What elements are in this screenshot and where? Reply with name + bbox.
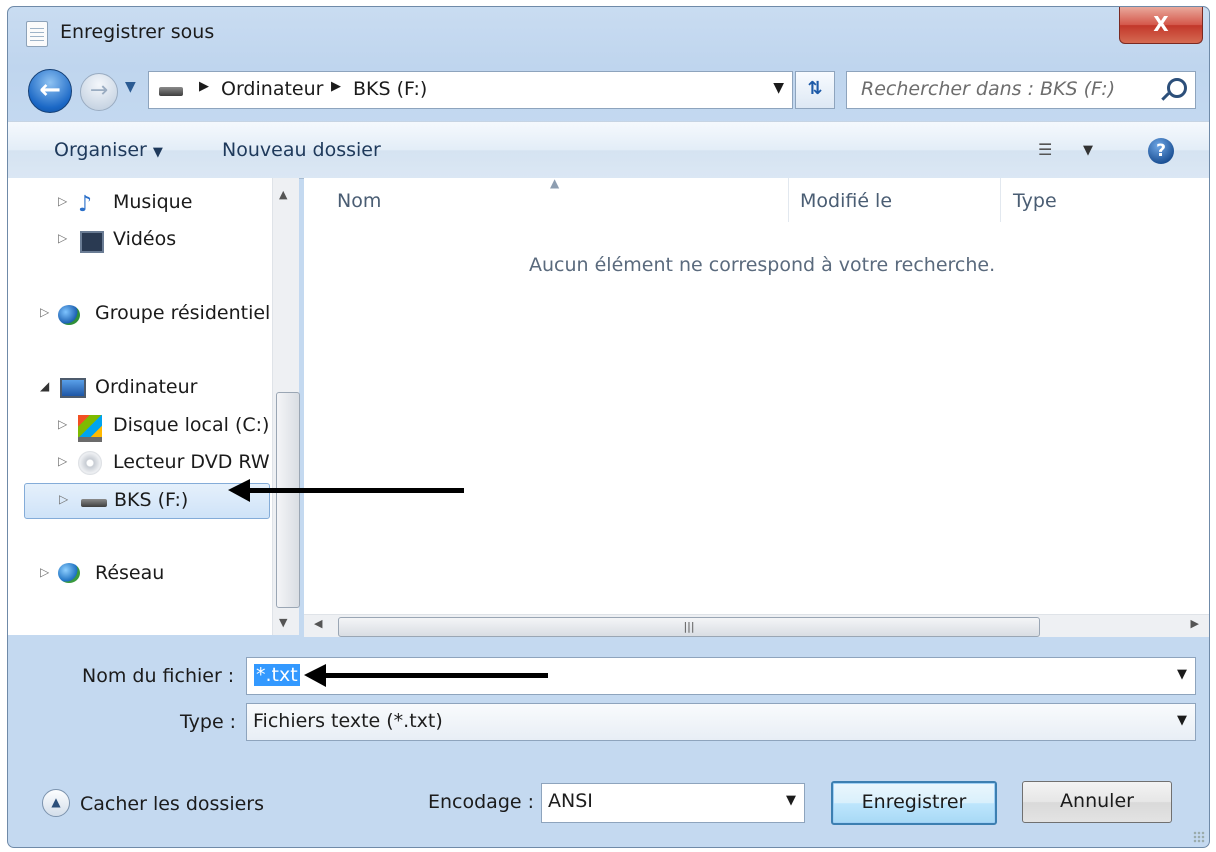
chevron-down-icon[interactable]: ▼: [1177, 713, 1187, 728]
search-icon[interactable]: [1167, 78, 1187, 98]
scroll-down-icon[interactable]: ▼: [279, 616, 287, 629]
column-header-type[interactable]: Type: [1013, 190, 1057, 212]
sidebar-item-label: Vidéos: [113, 228, 177, 250]
encoding-label: Encodage :: [428, 791, 535, 813]
sidebar-item-label: Réseau: [95, 562, 165, 584]
hide-folders-button[interactable]: Cacher les dossiers: [80, 793, 264, 815]
column-header-modified[interactable]: Modifié le: [800, 190, 892, 212]
expand-arrow-icon[interactable]: ▷: [58, 454, 67, 468]
title-bar: Enregistrer sous X: [8, 7, 1209, 61]
column-divider[interactable]: [788, 178, 789, 222]
encoding-value: ANSI: [548, 790, 593, 812]
sidebar-item-homegroup[interactable]: ▷ Groupe résidentiel: [8, 297, 270, 331]
file-type-select[interactable]: Fichiers texte (*.txt) ▼: [246, 703, 1196, 741]
hide-folders-icon[interactable]: ▲: [42, 789, 70, 817]
sidebar-item-network[interactable]: ▷ Réseau: [8, 557, 270, 591]
column-divider[interactable]: [1000, 178, 1001, 222]
column-header-name[interactable]: Nom: [337, 190, 381, 212]
chevron-down-icon: ▼: [152, 145, 163, 160]
notepad-icon: [26, 21, 48, 47]
save-as-dialog: Enregistrer sous X ← → ▼ ▶ Ordinateur ▶ …: [7, 6, 1210, 848]
window-title: Enregistrer sous: [60, 21, 215, 43]
command-bar: Organiser ▼ Nouveau dossier ☰ ▼ ?: [8, 121, 1209, 179]
history-dropdown-icon[interactable]: ▼: [125, 79, 136, 95]
sidebar-item-label: Musique: [113, 191, 193, 213]
type-label: Type :: [180, 711, 237, 733]
new-folder-button[interactable]: Nouveau dossier: [222, 139, 381, 161]
expand-arrow-icon[interactable]: ▷: [58, 231, 67, 245]
sidebar-item-label: BKS (F:): [114, 489, 189, 511]
annotation-arrow-icon: [304, 664, 548, 687]
sidebar-item-dvd[interactable]: ▷ Lecteur DVD RW: [8, 446, 270, 480]
sort-arrow-icon: ▲: [550, 176, 560, 190]
breadcrumb-bks[interactable]: BKS (F:): [353, 78, 427, 100]
navigation-bar: ← → ▼ ▶ Ordinateur ▶ BKS (F:) ▼ ⇅ Recher…: [8, 65, 1209, 115]
close-button[interactable]: X: [1119, 7, 1203, 44]
homegroup-icon: [58, 305, 80, 325]
music-icon: ♪: [78, 192, 93, 217]
sidebar-item-label: Ordinateur: [95, 376, 198, 398]
encoding-select[interactable]: ANSI ▼: [541, 783, 805, 823]
refresh-button[interactable]: ⇅: [795, 71, 835, 109]
file-list-scrollbar[interactable]: ◀ ||| ▶: [304, 614, 1209, 637]
breadcrumb-arrow-icon[interactable]: ▶: [331, 79, 341, 94]
breadcrumb-ordinateur[interactable]: Ordinateur: [221, 78, 323, 100]
address-dropdown-icon[interactable]: ▼: [773, 80, 784, 96]
scroll-right-icon[interactable]: ▶: [1191, 617, 1199, 630]
search-input[interactable]: Rechercher dans : BKS (F:): [861, 78, 1115, 100]
address-bar[interactable]: ▶ Ordinateur ▶ BKS (F:) ▼: [148, 71, 793, 109]
scroll-thumb[interactable]: |||: [338, 617, 1040, 637]
annotation-arrow-icon: [228, 479, 464, 502]
scroll-up-icon[interactable]: ▲: [279, 188, 287, 201]
expand-arrow-icon[interactable]: ▷: [58, 194, 67, 208]
drive-icon: [159, 87, 183, 96]
sidebar-item-videos[interactable]: ▷ Vidéos: [8, 223, 270, 257]
empty-message: Aucun élément ne correspond à votre rech…: [529, 254, 996, 276]
sidebar-item-label: Groupe résidentiel: [95, 302, 271, 324]
file-type-value: Fichiers texte (*.txt): [253, 710, 443, 732]
computer-icon: [60, 378, 86, 398]
organize-button[interactable]: Organiser ▼: [54, 139, 163, 161]
drive-icon: [81, 499, 107, 507]
expand-arrow-icon[interactable]: ▷: [59, 492, 68, 506]
filename-label: Nom du fichier :: [82, 665, 235, 687]
dvd-icon: [78, 451, 102, 475]
view-options-icon[interactable]: ☰: [1038, 140, 1064, 160]
chevron-down-icon[interactable]: ▼: [1177, 667, 1187, 682]
file-list[interactable]: ▲ Nom Modifié le Type Aucun élément ne c…: [304, 176, 1209, 614]
scroll-thumb[interactable]: [276, 392, 300, 608]
video-icon: [80, 231, 104, 253]
chevron-down-icon[interactable]: ▼: [786, 793, 796, 808]
search-box[interactable]: Rechercher dans : BKS (F:): [846, 71, 1196, 109]
expand-arrow-icon[interactable]: ▷: [40, 565, 49, 579]
help-icon[interactable]: ?: [1148, 138, 1174, 164]
navigation-scrollbar[interactable]: ▲ ▼: [272, 178, 300, 635]
save-button[interactable]: Enregistrer: [831, 781, 997, 825]
sidebar-item-local-disk[interactable]: ▷ Disque local (C:): [8, 409, 270, 443]
navigation-pane: ▷ ♪ Musique ▷ Vidéos ▷ Groupe résidentie…: [8, 178, 281, 635]
resize-grip[interactable]: [1193, 831, 1205, 843]
sidebar-item-label: Disque local (C:): [113, 414, 270, 436]
sidebar-item-computer[interactable]: ◢ Ordinateur: [8, 371, 270, 405]
back-button[interactable]: ←: [28, 69, 72, 113]
sidebar-item-musique[interactable]: ▷ ♪ Musique: [8, 186, 270, 220]
breadcrumb-arrow-icon[interactable]: ▶: [199, 79, 209, 94]
expand-arrow-icon[interactable]: ▷: [58, 417, 67, 431]
sidebar-item-label: Lecteur DVD RW: [113, 451, 270, 473]
scroll-left-icon[interactable]: ◀: [314, 617, 322, 630]
local-disk-icon: [78, 415, 102, 442]
network-icon: [58, 563, 80, 583]
expand-arrow-icon[interactable]: ▷: [40, 305, 49, 319]
chevron-down-icon[interactable]: ▼: [1083, 143, 1093, 158]
forward-button[interactable]: →: [80, 73, 118, 111]
filename-input[interactable]: *.txt: [254, 664, 300, 686]
organize-label: Organiser: [54, 139, 147, 161]
collapse-arrow-icon[interactable]: ◢: [40, 379, 49, 393]
cancel-button[interactable]: Annuler: [1022, 781, 1172, 823]
